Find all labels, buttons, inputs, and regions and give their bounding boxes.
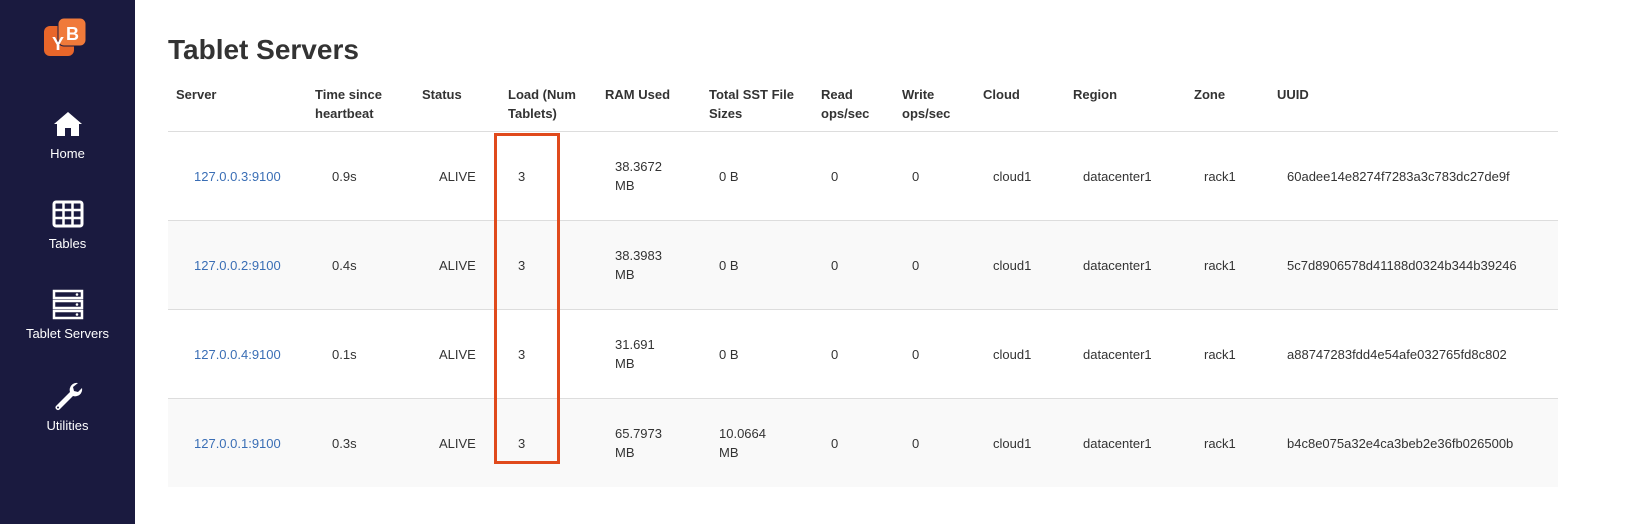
load-cell: 3 [500, 220, 597, 310]
sst-size-cell: 0 B [719, 346, 739, 362]
sidebar-item-label: Home [50, 146, 85, 161]
wrench-icon [52, 380, 84, 412]
status-cell: ALIVE [414, 131, 500, 221]
header-status[interactable]: Status [414, 75, 500, 132]
header-load[interactable]: Load (Num Tablets) [500, 75, 597, 132]
table-row: 127.0.0.4:9100 0.1s ALIVE 3 31.691 MB 0 B… [168, 309, 1558, 399]
header-server[interactable]: Server [168, 75, 307, 132]
zone-cell: rack1 [1186, 220, 1269, 310]
load-cell: 3 [500, 398, 597, 487]
sst-size-cell: 10.0664 MB [719, 426, 766, 460]
zone-cell: rack1 [1186, 309, 1269, 399]
table-grid-icon [52, 198, 84, 230]
status-cell: ALIVE [414, 309, 500, 399]
page-title: Tablet Servers [168, 34, 359, 65]
server-link[interactable]: 127.0.0.3:9100 [194, 169, 281, 184]
server-link[interactable]: 127.0.0.1:9100 [194, 436, 281, 451]
table-row: 127.0.0.2:9100 0.4s ALIVE 3 38.3983 MB 0 … [168, 220, 1558, 310]
header-zone[interactable]: Zone [1186, 75, 1269, 132]
server-link[interactable]: 127.0.0.4:9100 [194, 347, 281, 362]
sidebar-item-label: Utilities [46, 418, 89, 433]
sidebar-item-label: Tables [48, 236, 87, 251]
sidebar-item-utilities[interactable]: Utilities [0, 380, 135, 433]
read-ops-cell: 0 [813, 398, 894, 487]
write-ops-cell: 0 [894, 309, 975, 399]
header-heartbeat[interactable]: Time since heartbeat [307, 75, 414, 132]
region-cell: datacenter1 [1065, 309, 1186, 399]
sidebar-item-tables[interactable]: Tables [0, 198, 135, 251]
header-write-ops[interactable]: Write ops/sec [894, 75, 975, 132]
zone-cell: rack1 [1186, 131, 1269, 221]
status-cell: ALIVE [414, 220, 500, 310]
svg-text:Y: Y [52, 34, 64, 54]
header-cloud[interactable]: Cloud [975, 75, 1065, 132]
write-ops-cell: 0 [894, 131, 975, 221]
header-uuid[interactable]: UUID [1269, 75, 1558, 132]
header-read-ops[interactable]: Read ops/sec [813, 75, 894, 132]
table-header-row: Server Time since heartbeat Status Load (… [168, 75, 1558, 132]
write-ops-cell: 0 [894, 220, 975, 310]
heartbeat-cell: 0.1s [307, 309, 414, 399]
sidebar-item-tablet-servers[interactable]: Tablet Servers [0, 288, 135, 341]
ram-cell: 38.3983 MB [615, 248, 662, 282]
uuid-cell: 5c7d8906578d41188d0324b344b39246 [1269, 220, 1558, 310]
ram-cell: 31.691 MB [615, 337, 655, 371]
table-row: 127.0.0.1:9100 0.3s ALIVE 3 65.7973 MB 10… [168, 398, 1558, 487]
header-region[interactable]: Region [1065, 75, 1186, 132]
heartbeat-cell: 0.9s [307, 131, 414, 221]
server-stack-icon [52, 288, 84, 320]
load-cell: 3 [500, 131, 597, 221]
write-ops-cell: 0 [894, 398, 975, 487]
uuid-cell: a88747283fdd4e54afe032765fd8c802 [1269, 309, 1558, 399]
table-row: 127.0.0.3:9100 0.9s ALIVE 3 38.3672 MB 0 … [168, 131, 1558, 221]
header-ram-used[interactable]: RAM Used [597, 75, 701, 132]
read-ops-cell: 0 [813, 131, 894, 221]
header-sst-size[interactable]: Total SST File Sizes [701, 75, 813, 132]
read-ops-cell: 0 [813, 309, 894, 399]
cloud-cell: cloud1 [975, 398, 1065, 487]
uuid-cell: b4c8e075a32e4ca3beb2e36fb026500b [1269, 398, 1558, 487]
zone-cell: rack1 [1186, 398, 1269, 487]
sidebar-item-home[interactable]: Home [0, 108, 135, 161]
region-cell: datacenter1 [1065, 220, 1186, 310]
heartbeat-cell: 0.4s [307, 220, 414, 310]
heartbeat-cell: 0.3s [307, 398, 414, 487]
sst-size-cell: 0 B [719, 257, 739, 273]
server-link[interactable]: 127.0.0.2:9100 [194, 258, 281, 273]
load-cell: 3 [500, 309, 597, 399]
svg-text:B: B [66, 24, 79, 44]
region-cell: datacenter1 [1065, 131, 1186, 221]
uuid-cell: 60adee14e8274f7283a3c783dc27de9f [1269, 131, 1558, 221]
cloud-cell: cloud1 [975, 309, 1065, 399]
region-cell: datacenter1 [1065, 398, 1186, 487]
cloud-cell: cloud1 [975, 131, 1065, 221]
sidebar: Y B Home Tables Tablet Servers Utilities [0, 0, 135, 524]
status-cell: ALIVE [414, 398, 500, 487]
yugabyte-logo[interactable]: Y B [44, 17, 88, 58]
ram-cell: 65.7973 MB [615, 426, 662, 460]
read-ops-cell: 0 [813, 220, 894, 310]
sidebar-item-label: Tablet Servers [25, 326, 110, 341]
cloud-cell: cloud1 [975, 220, 1065, 310]
sst-size-cell: 0 B [719, 168, 739, 184]
tablet-servers-table: Server Time since heartbeat Status Load (… [168, 75, 1558, 487]
home-icon [52, 108, 84, 140]
ram-cell: 38.3672 MB [615, 159, 662, 193]
